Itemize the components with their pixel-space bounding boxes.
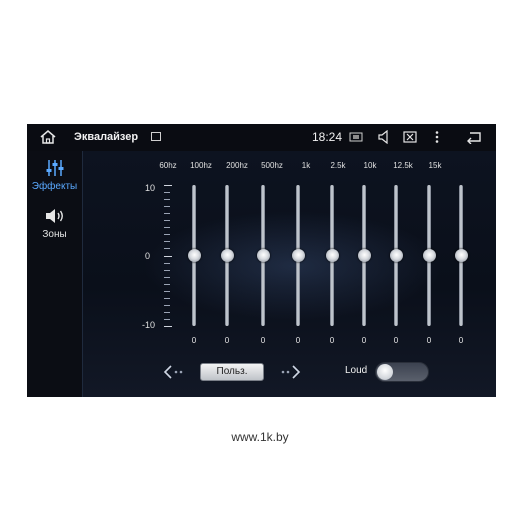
scale-label-min: -10 (141, 320, 155, 330)
band-value-label: 0 (224, 336, 230, 345)
band-slider-knob[interactable] (325, 249, 339, 262)
loud-toggle[interactable] (375, 362, 429, 382)
scale-tick (164, 311, 170, 313)
scale-tick (164, 213, 170, 215)
scale-tick (164, 241, 170, 243)
loud-label: Loud (345, 365, 368, 376)
sidebar-item-label: Зоны (42, 229, 67, 240)
scale-tick (164, 326, 172, 327)
scale-tick (164, 297, 170, 299)
scale-tick (164, 199, 170, 201)
band-value-label: 0 (393, 336, 399, 345)
band-freq-label: 15k (428, 161, 442, 170)
scale-ticks (164, 185, 172, 327)
page-title: Эквалайзер (74, 131, 139, 143)
band-slider-knob[interactable] (187, 249, 201, 262)
band-value-label: 0 (458, 336, 464, 345)
equalizer-icon (46, 160, 63, 176)
band-slider-knob[interactable] (422, 249, 436, 262)
back-icon[interactable] (465, 130, 483, 144)
band-freq-label: 1k (301, 161, 311, 170)
sidebar-item-zones[interactable]: Зоны (27, 207, 82, 240)
band-value-label: 0 (361, 336, 367, 345)
band-slider-knob[interactable] (220, 249, 234, 262)
band-freq-label: 60hz (159, 161, 177, 170)
band-value-label: 0 (295, 336, 301, 345)
scale-label-zero: 0 (144, 251, 150, 261)
band-slider-knob[interactable] (454, 249, 468, 262)
scale-tick (164, 234, 170, 236)
speaker-icon (45, 209, 63, 223)
scale-tick (164, 276, 170, 278)
next-preset-icon[interactable] (280, 364, 302, 380)
loud-toggle-knob (377, 364, 393, 380)
scale-tick (164, 220, 170, 222)
band-freq-label: 10k (363, 161, 377, 170)
home-icon[interactable] (39, 129, 57, 145)
image-icon (151, 132, 161, 141)
band-freq-label: 200hz (226, 161, 248, 170)
scale-tick (164, 192, 170, 194)
close-screen-icon[interactable] (403, 130, 417, 144)
sidebar: Эффекты Зоны (27, 151, 83, 397)
camera-icon[interactable] (349, 130, 363, 144)
scale-tick (164, 283, 170, 285)
band-value-label: 0 (191, 336, 197, 345)
status-bar: Эквалайзер 18:24 (27, 124, 496, 151)
background-glow (143, 211, 443, 321)
scale-tick (164, 185, 172, 186)
band-value-label: 0 (426, 336, 432, 345)
scale-tick (164, 248, 170, 250)
band-value-label: 0 (260, 336, 266, 345)
scale-tick (164, 262, 170, 264)
equalizer-panel: 60hz 100hz 200hz 500hz 1k 2.5k 10k 12.5k… (83, 151, 496, 397)
scale-tick (164, 304, 170, 306)
band-freq-label: 2.5k (330, 161, 346, 170)
band-slider-knob[interactable] (357, 249, 371, 262)
scale-tick (164, 255, 172, 257)
scale-tick (164, 290, 170, 292)
band-slider-knob[interactable] (256, 249, 270, 262)
clock: 18:24 (312, 130, 343, 144)
band-freq-label: 12.5k (393, 161, 413, 170)
band-slider-knob[interactable] (389, 249, 403, 262)
sidebar-item-effects[interactable]: Эффекты (27, 159, 82, 192)
preset-button[interactable]: Польз. (200, 363, 264, 381)
band-slider-knob[interactable] (291, 249, 305, 262)
scale-tick (164, 269, 170, 271)
watermark: www.1k.by (231, 430, 289, 444)
band-freq-label: 100hz (190, 161, 212, 170)
scale-tick (164, 318, 170, 320)
sidebar-item-label: Эффекты (31, 181, 78, 192)
volume-icon[interactable] (377, 130, 391, 144)
band-value-label: 0 (329, 336, 335, 345)
scale-label-max: 10 (144, 183, 155, 193)
band-freq-label: 500hz (261, 161, 283, 170)
head-unit-screen: Эквалайзер 18:24 Эффекты Зоны 60hz 100hz… (27, 124, 496, 397)
more-icon[interactable] (430, 130, 444, 144)
prev-preset-icon[interactable] (163, 364, 185, 380)
scale-tick (164, 227, 170, 229)
scale-tick (164, 206, 170, 208)
